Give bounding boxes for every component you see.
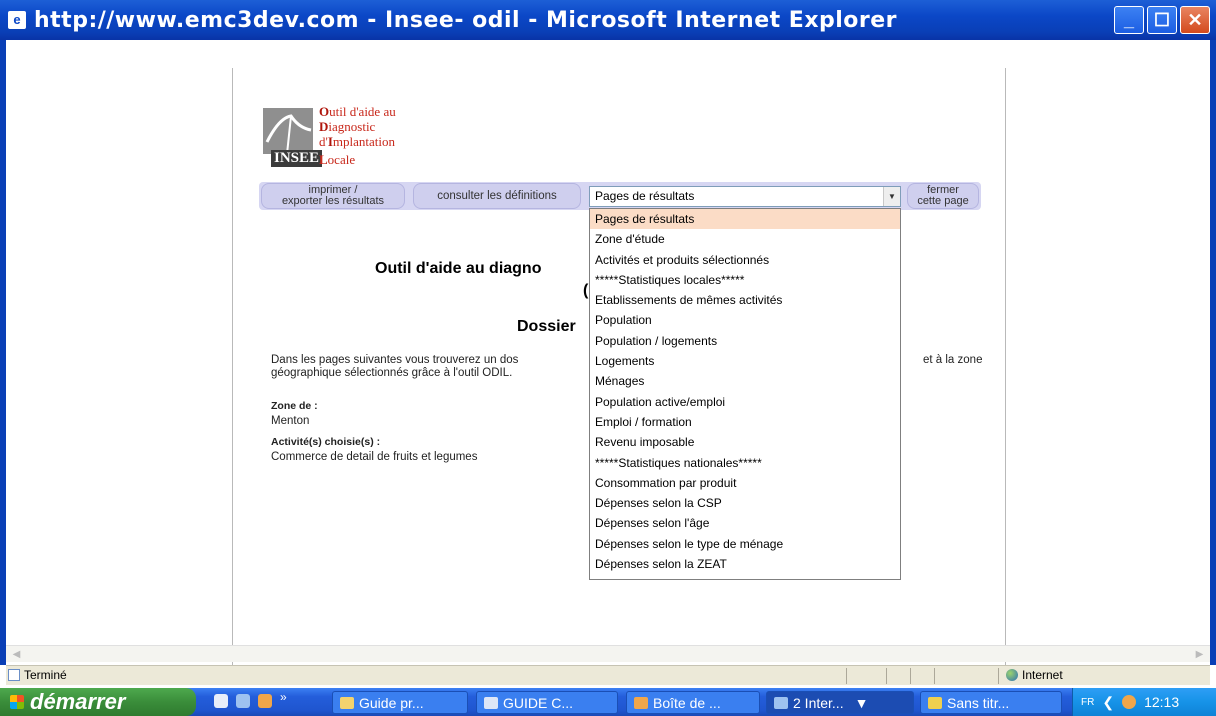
close-page-button[interactable]: fermer cette page bbox=[907, 183, 979, 209]
folder-icon bbox=[340, 696, 354, 709]
page-title: Outil d'aide au diagno bbox=[375, 260, 542, 277]
browser-viewport: INSEE Outil d'aide au Diagnostic d'Impla… bbox=[6, 40, 1210, 668]
dropdown-option[interactable]: Dépenses selon la ZEAT bbox=[590, 554, 900, 574]
dropdown-option[interactable]: Dépenses selon l'âge bbox=[590, 513, 900, 533]
dropdown-option[interactable]: Zone d'étude bbox=[590, 229, 900, 249]
insee-brand: INSEE bbox=[271, 150, 323, 167]
definitions-button[interactable]: consulter les définitions bbox=[413, 183, 581, 209]
windows-flag-icon bbox=[10, 695, 24, 709]
paint-icon bbox=[928, 696, 942, 709]
dropdown-option[interactable]: Dépenses selon le type de ménage bbox=[590, 534, 900, 554]
scroll-left-icon[interactable]: ◀ bbox=[8, 647, 25, 662]
intro-text-tail: et à la zone bbox=[923, 354, 983, 366]
windows-taskbar: démarrer » Guide pr... GUIDE C... Boîte … bbox=[0, 688, 1216, 716]
internet-zone-icon bbox=[1006, 669, 1018, 681]
taskbar-task[interactable]: Sans titr... bbox=[920, 691, 1062, 714]
web-page: INSEE Outil d'aide au Diagnostic d'Impla… bbox=[232, 68, 1006, 668]
dropdown-option[interactable]: Revenu imposable bbox=[590, 432, 900, 452]
horizontal-scrollbar[interactable]: ◀ ▶ bbox=[6, 645, 1210, 662]
close-icon: ✕ bbox=[1187, 9, 1203, 30]
window-frame-right bbox=[1210, 40, 1216, 665]
activity-label: Activité(s) choisie(s) : bbox=[271, 436, 381, 448]
outlook-tray-icon[interactable] bbox=[1122, 695, 1137, 709]
dossier-heading: Dossier bbox=[517, 318, 576, 335]
dropdown-option[interactable]: Emploi / formation bbox=[590, 412, 900, 432]
select-value: Pages de résultats bbox=[595, 189, 695, 203]
dropdown-option[interactable]: *****Statistiques nationales***** bbox=[590, 453, 900, 473]
scroll-right-icon[interactable]: ▶ bbox=[1191, 647, 1208, 662]
page-done-icon bbox=[8, 669, 20, 681]
start-button[interactable]: démarrer bbox=[0, 688, 196, 716]
activity-value: Commerce de detail de fruits et legumes bbox=[271, 451, 478, 463]
print-export-button[interactable]: imprimer / exporter les résultats bbox=[261, 183, 405, 209]
taskbar-task[interactable]: Guide pr... bbox=[332, 691, 468, 714]
maximize-button[interactable]: ☐ bbox=[1147, 6, 1177, 34]
group-arrow-icon: ▼ bbox=[854, 694, 869, 711]
status-text: Terminé bbox=[24, 668, 67, 682]
ie-page-icon: e bbox=[8, 11, 26, 29]
language-indicator[interactable]: FR bbox=[1081, 697, 1094, 708]
close-window-button[interactable]: ✕ bbox=[1180, 6, 1210, 34]
results-page-select[interactable]: Pages de résultats ▼ bbox=[589, 186, 901, 207]
zone-text: Internet bbox=[1022, 668, 1063, 682]
dropdown-option[interactable]: Logements bbox=[590, 351, 900, 371]
zone-value: Menton bbox=[271, 415, 310, 427]
odil-logo: INSEE Outil d'aide au Diagnostic d'Impla… bbox=[261, 104, 461, 174]
clock: 12:13 bbox=[1144, 694, 1180, 710]
window-titlebar[interactable]: e http://www.emc3dev.com - Insee- odil -… bbox=[0, 0, 1216, 40]
dropdown-option[interactable]: Etablissements de mêmes activités bbox=[590, 290, 900, 310]
results-page-dropdown[interactable]: Pages de résultats Zone d'étude Activités … bbox=[589, 208, 901, 580]
tray-expand-icon[interactable]: ❮ bbox=[1102, 694, 1114, 711]
dropdown-option[interactable]: Population bbox=[590, 310, 900, 330]
logo-text: Outil d'aide au Diagnostic d'Implantatio… bbox=[319, 104, 396, 149]
maximize-icon: ☐ bbox=[1153, 9, 1171, 30]
window-title: http://www.emc3dev.com - Insee- odil - M… bbox=[34, 7, 898, 33]
ie-quicklaunch-icon[interactable] bbox=[236, 694, 250, 708]
page-title-paren: ( bbox=[583, 282, 589, 299]
dropdown-option[interactable]: Population active/emploi bbox=[590, 392, 900, 412]
dropdown-option[interactable]: *****Statistiques locales***** bbox=[590, 270, 900, 290]
minimize-icon: _ bbox=[1123, 9, 1134, 30]
taskbar-task[interactable]: GUIDE C... bbox=[476, 691, 618, 714]
zone-label: Zone de : bbox=[271, 400, 318, 412]
status-bar: Terminé Internet bbox=[6, 665, 1210, 685]
chevron-down-icon[interactable]: ▼ bbox=[883, 187, 900, 206]
intro-text: Dans les pages suivantes vous trouverez … bbox=[271, 354, 519, 379]
show-desktop-icon[interactable] bbox=[214, 694, 228, 708]
outlook-icon bbox=[634, 696, 648, 709]
ie-icon bbox=[774, 696, 788, 709]
dropdown-option[interactable]: Consommation par produit bbox=[590, 473, 900, 493]
quick-launch bbox=[214, 694, 272, 708]
logo-text-last-line: Locale bbox=[319, 152, 356, 167]
dropdown-option[interactable]: Pages de résultats bbox=[590, 209, 900, 230]
minimize-button[interactable]: _ bbox=[1114, 6, 1144, 34]
taskbar-task-group[interactable]: 2 Inter... ▼ bbox=[766, 691, 914, 714]
outlook-quicklaunch-icon[interactable] bbox=[258, 694, 272, 708]
quicklaunch-chevron-icon[interactable]: » bbox=[280, 690, 287, 704]
system-tray: FR ❮ 12:13 bbox=[1072, 688, 1216, 716]
dropdown-option[interactable]: Population / logements bbox=[590, 331, 900, 351]
dropdown-option[interactable]: Dépenses selon la CSP bbox=[590, 493, 900, 513]
taskbar-task[interactable]: Boîte de ... bbox=[626, 691, 760, 714]
word-icon bbox=[484, 696, 498, 709]
dropdown-option[interactable]: Activités et produits sélectionnés bbox=[590, 250, 900, 270]
dropdown-option[interactable]: Ménages bbox=[590, 371, 900, 391]
